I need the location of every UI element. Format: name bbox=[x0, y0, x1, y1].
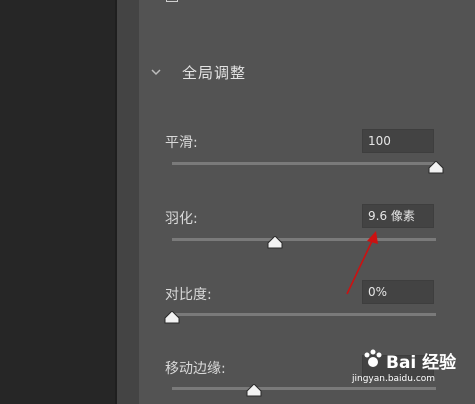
contrast-slider-track[interactable] bbox=[172, 313, 436, 316]
paw-logo-icon bbox=[364, 349, 382, 367]
section-title-global-adjust[interactable]: 全局调整 bbox=[182, 62, 246, 83]
watermark-url: jingyan.baidu.com bbox=[352, 374, 436, 384]
feather-slider-track[interactable] bbox=[172, 238, 436, 241]
properties-panel bbox=[139, 0, 475, 404]
contrast-label: 对比度: bbox=[165, 287, 212, 303]
smooth-label: 平滑: bbox=[165, 135, 198, 151]
watermark-brand: Bai 经验 bbox=[386, 353, 457, 373]
smooth-slider-track[interactable] bbox=[172, 162, 436, 165]
smooth-input[interactable]: 100 bbox=[362, 129, 434, 153]
baidu-watermark: Bai 经验 jingyan.baidu.com bbox=[352, 346, 462, 392]
canvas-area bbox=[0, 0, 115, 404]
option-checkbox[interactable] bbox=[166, 0, 178, 2]
annotation-arrow-icon bbox=[346, 231, 378, 295]
feather-label: 羽化: bbox=[165, 211, 198, 227]
shift-edge-label: 移动边缘: bbox=[165, 361, 226, 377]
panel-frame bbox=[117, 0, 139, 404]
chevron-down-icon[interactable] bbox=[150, 66, 162, 78]
